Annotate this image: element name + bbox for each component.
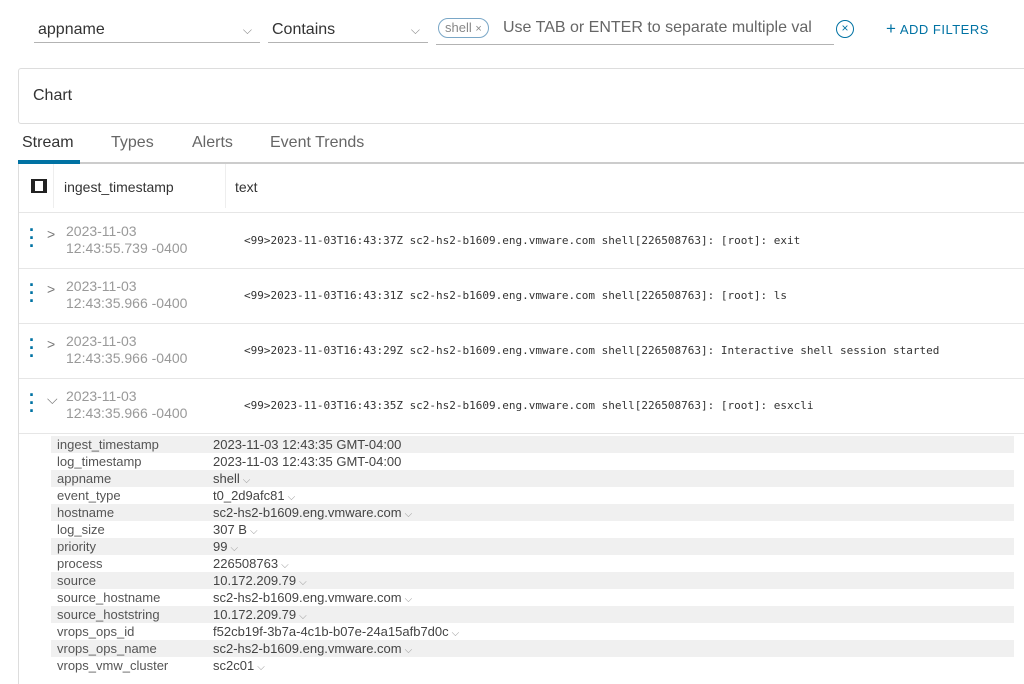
tab-event-trends[interactable]: Event Trends bbox=[270, 134, 364, 152]
chevron-down-icon[interactable]: ⌵ bbox=[47, 391, 58, 408]
tag-label: shell bbox=[445, 20, 472, 35]
chevron-down-icon[interactable]: ⌵ bbox=[299, 577, 307, 588]
detail-row: vrops_vmw_cluster sc2c01 ⌵ bbox=[51, 657, 1014, 674]
field-value: appname bbox=[38, 21, 105, 38]
row-timestamp: 2023-11-03 12:43:35.966 -0400 bbox=[66, 388, 188, 421]
event-details: ingest_timestamp 2023-11-03 12:43:35 GMT… bbox=[51, 436, 1014, 674]
chevron-down-icon[interactable]: ⌵ bbox=[250, 526, 258, 537]
chevron-down-icon: ⌵ bbox=[242, 23, 252, 37]
chevron-down-icon[interactable]: ⌵ bbox=[299, 611, 307, 622]
detail-row: source_hoststring 10.172.209.79 ⌵ bbox=[51, 606, 1014, 623]
row-actions-icon[interactable]: · · · bbox=[29, 276, 35, 310]
detail-row: priority 99 ⌵ bbox=[51, 538, 1014, 555]
chevron-down-icon[interactable]: ⌵ bbox=[405, 594, 413, 605]
chevron-down-icon[interactable]: ⌵ bbox=[405, 509, 413, 520]
table-row[interactable]: · · · > 2023-11-03 12:43:35.966 -0400 <99>2… bbox=[19, 269, 1024, 324]
detail-row: event_type t0_2d9afc81 ⌵ bbox=[51, 487, 1014, 504]
table-row[interactable]: · · · ⌵ 2023-11-03 12:43:35.966 -0400 <99>2… bbox=[19, 379, 1024, 434]
detail-value: 2023-11-03 12:43:35 GMT-04:00 bbox=[213, 454, 402, 469]
chevron-down-icon[interactable]: ⌵ bbox=[281, 560, 289, 571]
chevron-down-icon[interactable]: ⌵ bbox=[452, 628, 460, 639]
chart-title: Chart bbox=[33, 87, 73, 104]
operator-value: Contains bbox=[272, 21, 336, 38]
table-header: ingest_timestamp text bbox=[19, 164, 1024, 213]
tab-types[interactable]: Types bbox=[111, 134, 154, 152]
row-text: <99>2023-11-03T16:43:31Z sc2-hs2-b1609.e… bbox=[244, 289, 788, 302]
chevron-down-icon[interactable]: ⌵ bbox=[257, 662, 265, 673]
row-text: <99>2023-11-03T16:43:35Z sc2-hs2-b1609.e… bbox=[244, 399, 814, 412]
detail-key: appname bbox=[57, 471, 112, 486]
detail-row: ingest_timestamp 2023-11-03 12:43:35 GMT… bbox=[51, 436, 1014, 453]
row-text: <99>2023-11-03T16:43:29Z sc2-hs2-b1609.e… bbox=[244, 344, 940, 357]
detail-row: source 10.172.209.79 ⌵ bbox=[51, 572, 1014, 589]
value-placeholder: Use TAB or ENTER to separate multiple va… bbox=[503, 19, 812, 36]
value-tag: shell × bbox=[438, 18, 489, 38]
chevron-down-icon[interactable]: ⌵ bbox=[243, 475, 251, 486]
chevron-right-icon[interactable]: > bbox=[47, 281, 55, 297]
row-timestamp: 2023-11-03 12:43:35.966 -0400 bbox=[66, 278, 188, 311]
column-header-ingest-timestamp[interactable]: ingest_timestamp bbox=[64, 179, 174, 195]
chevron-down-icon[interactable]: ⌵ bbox=[230, 543, 238, 554]
detail-row: vrops_ops_id f52cb19f-3b7a-4c1b-b07e-24a… bbox=[51, 623, 1014, 640]
row-actions-icon[interactable]: · · · bbox=[29, 386, 35, 420]
detail-key: source_hostname bbox=[57, 590, 161, 605]
detail-row: source_hostname sc2-hs2-b1609.eng.vmware… bbox=[51, 589, 1014, 606]
operator-select[interactable]: Contains ⌵ bbox=[268, 17, 428, 43]
add-filters-label: ADD FILTERS bbox=[899, 22, 989, 37]
row-actions-icon[interactable]: · · · bbox=[29, 221, 35, 255]
detail-key: event_type bbox=[57, 488, 121, 503]
detail-key: vrops_ops_name bbox=[57, 641, 157, 656]
field-select[interactable]: appname ⌵ bbox=[34, 17, 260, 43]
detail-key: hostname bbox=[57, 505, 115, 520]
value-input[interactable]: shell × Use TAB or ENTER to separate mul… bbox=[436, 17, 834, 45]
detail-value: 2023-11-03 12:43:35 GMT-04:00 bbox=[213, 437, 402, 452]
detail-row: log_timestamp 2023-11-03 12:43:35 GMT-04… bbox=[51, 453, 1014, 470]
row-timestamp: 2023-11-03 12:43:35.966 -0400 bbox=[66, 333, 188, 366]
events-table: ingest_timestamp text · · · > 2023-11-03 12… bbox=[18, 164, 1024, 684]
chart-panel[interactable]: Chart bbox=[18, 68, 1024, 124]
detail-row: log_size 307 B ⌵ bbox=[51, 521, 1014, 538]
detail-row: process 226508763 ⌵ bbox=[51, 555, 1014, 572]
detail-key: vrops_ops_id bbox=[57, 624, 135, 639]
chevron-down-icon[interactable]: ⌵ bbox=[405, 645, 413, 656]
detail-key: ingest_timestamp bbox=[57, 437, 159, 452]
detail-row: vrops_ops_name sc2-hs2-b1609.eng.vmware.… bbox=[51, 640, 1014, 657]
detail-key: process bbox=[57, 556, 103, 571]
chevron-right-icon[interactable]: > bbox=[47, 226, 55, 242]
clear-icon[interactable]: × bbox=[836, 20, 854, 38]
add-filters-button[interactable]: + ADD FILTERS bbox=[886, 19, 989, 39]
tag-remove-icon[interactable]: × bbox=[475, 23, 481, 35]
column-header-text[interactable]: text bbox=[235, 179, 258, 195]
detail-key: source bbox=[57, 573, 97, 588]
table-row[interactable]: · · · > 2023-11-03 12:43:35.966 -0400 <99>2… bbox=[19, 324, 1024, 379]
row-text: <99>2023-11-03T16:43:37Z sc2-hs2-b1609.e… bbox=[244, 234, 801, 247]
column-toggle-icon[interactable] bbox=[31, 179, 47, 193]
detail-row: hostname sc2-hs2-b1609.eng.vmware.com ⌵ bbox=[51, 504, 1014, 521]
detail-key: log_timestamp bbox=[57, 454, 142, 469]
detail-value[interactable]: sc2c01 ⌵ bbox=[213, 657, 265, 676]
chevron-down-icon[interactable]: ⌵ bbox=[288, 492, 296, 503]
detail-key: log_size bbox=[57, 522, 105, 537]
tab-stream[interactable]: Stream bbox=[22, 134, 74, 152]
detail-row: appname shell ⌵ bbox=[51, 470, 1014, 487]
chevron-down-icon: ⌵ bbox=[410, 23, 420, 37]
tab-alerts[interactable]: Alerts bbox=[192, 134, 233, 152]
plus-icon: + bbox=[886, 19, 897, 38]
detail-key: priority bbox=[57, 539, 97, 554]
row-timestamp: 2023-11-03 12:43:55.739 -0400 bbox=[66, 223, 188, 256]
detail-key: source_hoststring bbox=[57, 607, 160, 622]
table-row[interactable]: · · · > 2023-11-03 12:43:55.739 -0400 <99>2… bbox=[19, 214, 1024, 269]
row-actions-icon[interactable]: · · · bbox=[29, 331, 35, 365]
detail-key: vrops_vmw_cluster bbox=[57, 658, 169, 673]
chevron-right-icon[interactable]: > bbox=[47, 336, 55, 352]
